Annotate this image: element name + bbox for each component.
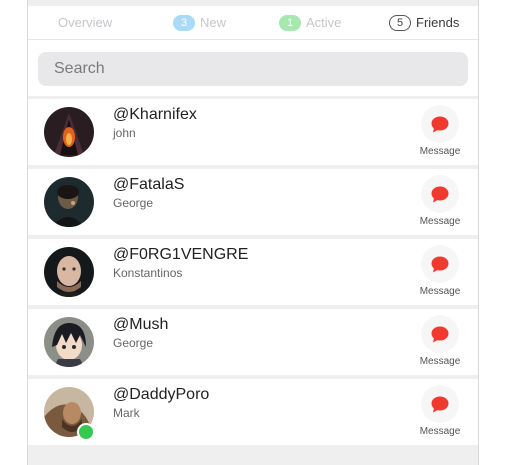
message-icon-wrap	[421, 105, 459, 143]
friend-name: Konstantinos	[113, 266, 183, 280]
message-label: Message	[419, 146, 461, 157]
message-label: Message	[419, 356, 461, 367]
friend-handle: @DaddyPoro	[113, 386, 210, 403]
list-item[interactable]: @Mush George Message	[28, 309, 478, 375]
message-button[interactable]: Message	[415, 315, 465, 373]
search-input[interactable]	[38, 52, 468, 86]
message-label: Message	[419, 426, 461, 437]
friend-name: George	[113, 196, 154, 210]
avatar[interactable]	[44, 177, 94, 227]
new-count-badge: 3	[173, 14, 195, 31]
message-icon-wrap	[421, 315, 459, 353]
avatar[interactable]	[44, 317, 94, 367]
search-bar	[28, 40, 478, 96]
friends-count-badge: 5	[389, 14, 411, 31]
list-item[interactable]: @DaddyPoro Mark Message	[28, 379, 478, 445]
chat-bubble-icon	[431, 256, 449, 272]
online-status-dot	[77, 423, 95, 441]
friends-panel: Overview 3 New 1 Active 5 Friends Search…	[27, 0, 479, 465]
tab-new-label: New	[200, 15, 227, 30]
tab-active[interactable]: 1 Active	[279, 6, 341, 39]
avatar[interactable]	[44, 247, 94, 297]
tab-friends-label: Friends	[416, 15, 460, 30]
friend-handle: @FatalaS	[113, 176, 185, 193]
tab-new[interactable]: 3 New	[173, 6, 226, 39]
message-button[interactable]: Message	[415, 245, 465, 303]
friend-name: George	[113, 336, 154, 350]
friend-handle: @Kharnifex	[113, 106, 197, 123]
tab-friends[interactable]: 5 Friends	[389, 6, 459, 39]
message-icon-wrap	[421, 385, 459, 423]
message-button[interactable]: Message	[415, 105, 465, 163]
message-button[interactable]: Message	[415, 175, 465, 233]
chat-bubble-icon	[431, 116, 449, 132]
friend-name: john	[113, 126, 136, 140]
message-button[interactable]: Message	[415, 385, 465, 443]
list-item[interactable]: @FatalaS George Message	[28, 169, 478, 235]
friends-list: @Kharnifex john Message @FatalaS George …	[28, 99, 478, 449]
chat-bubble-icon	[431, 396, 449, 412]
list-item[interactable]: @Kharnifex john Message	[28, 99, 478, 165]
message-icon-wrap	[421, 245, 459, 283]
tab-bar: Overview 3 New 1 Active 5 Friends	[28, 6, 478, 40]
chat-bubble-icon	[431, 186, 449, 202]
tab-overview[interactable]: Overview	[58, 6, 112, 39]
list-item[interactable]: @F0RG1VENGRE Konstantinos Message	[28, 239, 478, 305]
chat-bubble-icon	[431, 326, 449, 342]
message-label: Message	[419, 216, 461, 227]
friend-handle: @Mush	[113, 316, 169, 333]
friend-handle: @F0RG1VENGRE	[113, 246, 249, 263]
message-icon-wrap	[421, 175, 459, 213]
tab-active-label: Active	[306, 15, 342, 30]
message-label: Message	[419, 286, 461, 297]
active-count-badge: 1	[279, 14, 301, 31]
avatar[interactable]	[44, 107, 94, 157]
friend-name: Mark	[113, 406, 140, 420]
tab-overview-label: Overview	[58, 15, 113, 30]
